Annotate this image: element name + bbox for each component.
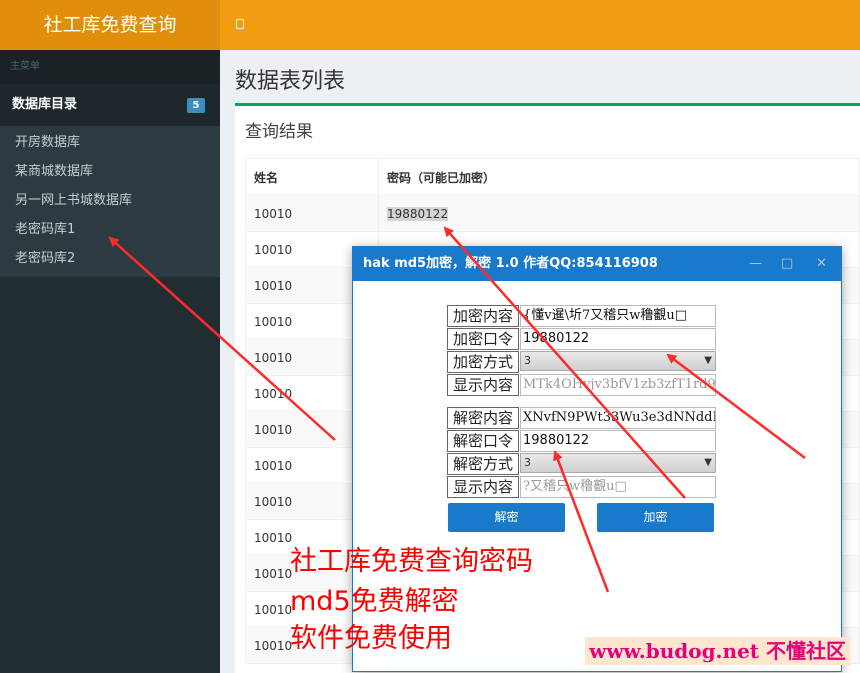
cell-password: 19880122 [378,195,860,232]
highlighted-password[interactable]: 19880122 [387,206,449,221]
decrypt-display-output[interactable]: ?又稽只w穞覾u□ [520,476,716,498]
decrypt-content-row: 解密内容 XNvfN9PWt33Wu3e3dNNddRo= [447,407,716,429]
encrypt-display-row: 显示内容 MTk4OHvjv3bfV1zb3zfT1rd9 [447,374,716,396]
sidebar-item-old-password-db-2[interactable]: 老密码库2 [0,244,220,273]
decrypt-button[interactable]: 解密 [448,503,565,532]
decrypt-method-select[interactable]: 3 ▼ [520,453,716,473]
decrypt-display-row: 显示内容 ?又稽只w穞覾u□ [447,476,716,498]
encrypt-button[interactable]: 加密 [597,503,714,532]
sidebar-header: 主菜单 [0,50,220,84]
table-header-row: 姓名 密码（可能已加密） [245,158,860,196]
close-icon[interactable]: ✕ [816,247,827,281]
decrypt-method-label: 解密方式 [447,453,519,475]
decrypt-display-label: 显示内容 [447,476,519,498]
overlay-line-3: 软件免费使用 [290,623,452,654]
sidebar: 主菜单 数据库目录 5 开房数据库 某商城数据库 另一网上书城数据库 老密码库1… [0,50,220,673]
sidebar-item-bookstore-db[interactable]: 另一网上书城数据库 [0,186,220,215]
decrypt-key-label: 解密口令 [447,430,519,452]
cell-name: 10010 [245,195,379,232]
encrypt-key-label: 加密口令 [447,328,519,350]
sidebar-item-mall-db[interactable]: 某商城数据库 [0,157,220,186]
encrypt-content-label: 加密内容 [447,305,519,327]
minimize-icon[interactable]: — [749,247,762,281]
encrypt-display-output[interactable]: MTk4OHvjv3bfV1zb3zfT1rd9 [520,374,716,396]
encrypt-method-row: 加密方式 3 ▼ [447,351,716,373]
top-navbar [220,0,860,50]
encrypt-method-label: 加密方式 [447,351,519,373]
window-title: hak md5加密，解密 1.0 作者QQ:854116908 [363,256,658,271]
chevron-down-icon: ▼ [704,355,712,366]
decrypt-method-row: 解密方式 3 ▼ [447,453,716,475]
decrypt-content-input[interactable]: XNvfN9PWt33Wu3e3dNNddRo= [520,407,716,429]
sidebar-group-label: 数据库目录 [12,97,78,112]
sidebar-submenu: 开房数据库 某商城数据库 另一网上书城数据库 老密码库1 老密码库2 [0,126,220,277]
decrypt-content-label: 解密内容 [447,407,519,429]
encrypt-content-input[interactable]: {懂v暹\圻7又稽只w穞覾u□ [520,305,716,327]
encrypt-content-row: 加密内容 {懂v暹\圻7又稽只w穞覾u□ [447,305,716,327]
page-title: 数据表列表 [235,69,346,94]
sidebar-group-database[interactable]: 数据库目录 5 [0,84,220,126]
count-badge: 5 [187,98,205,113]
sidebar-item-hotel-db[interactable]: 开房数据库 [0,128,220,157]
overlay-line-1: 社工库免费查询密码 [290,546,533,577]
sidebar-toggle-icon[interactable] [236,19,244,29]
decrypt-key-row: 解密口令 19880122 [447,430,716,452]
encrypt-key-row: 加密口令 19880122 [447,328,716,350]
decrypt-form: 解密内容 XNvfN9PWt33Wu3e3dNNddRo= 解密口令 19880… [447,407,716,499]
app-brand[interactable]: 社工库免费查询 [0,0,220,50]
box-title: 查询结果 [245,122,313,142]
window-title-bar[interactable]: hak md5加密，解密 1.0 作者QQ:854116908 [353,247,841,281]
table-row: 10010 19880122 [245,195,860,232]
sidebar-item-old-password-db-1[interactable]: 老密码库1 [0,215,220,244]
encrypt-key-input[interactable]: 19880122 [520,328,716,350]
column-header-password[interactable]: 密码（可能已加密） [378,158,860,196]
encrypt-method-value: 3 [524,354,531,367]
decrypt-method-value: 3 [524,456,531,469]
overlay-line-2: md5免费解密 [290,586,459,617]
watermark: www.budog.net 不懂社区 [585,637,850,665]
maximize-icon[interactable]: □ [781,247,793,281]
column-header-name[interactable]: 姓名 [245,158,379,196]
encrypt-display-label: 显示内容 [447,374,519,396]
chevron-down-icon: ▼ [704,457,712,468]
encrypt-method-select[interactable]: 3 ▼ [520,351,716,371]
encrypt-form: 加密内容 {懂v暹\圻7又稽只w穞覾u□ 加密口令 19880122 加密方式 … [447,305,716,397]
decrypt-key-input[interactable]: 19880122 [520,430,716,452]
